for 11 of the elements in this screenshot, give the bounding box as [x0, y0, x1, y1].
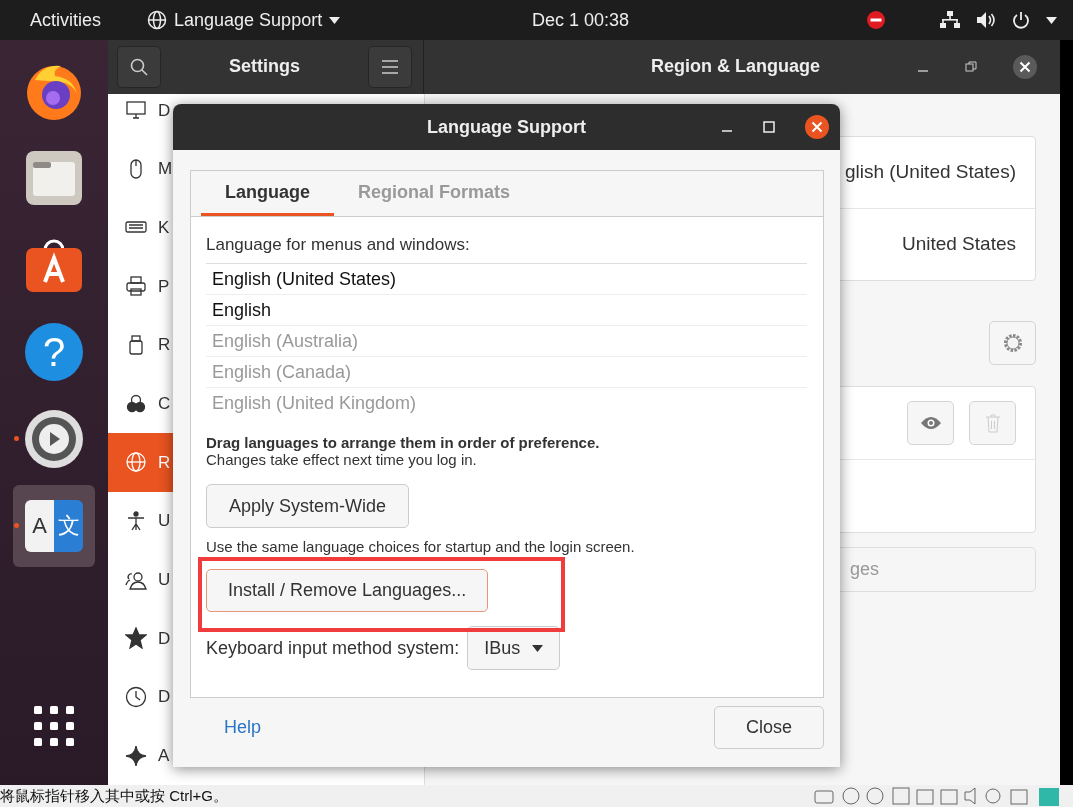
use-note: Use the same language choices for startup and the login screen.	[206, 538, 636, 555]
row-value: United States	[901, 233, 1016, 256]
change-note: Changes take effect next time you log in.	[206, 451, 478, 468]
dialog-title: Language Support	[427, 116, 586, 138]
window-title: Settings	[229, 56, 300, 78]
panel-title: Region & Language	[651, 56, 820, 78]
row-value: glish (United States)	[844, 161, 1016, 184]
drag-hint: Drag languages to arrange them in order of preference.	[206, 434, 601, 451]
status-text: 将鼠标指针移入其中或按 Ctrl+G。	[0, 786, 228, 806]
keyboard-label: Keyboard input method system:	[206, 637, 460, 659]
list-label: Language for menus and windows:	[206, 235, 471, 255]
